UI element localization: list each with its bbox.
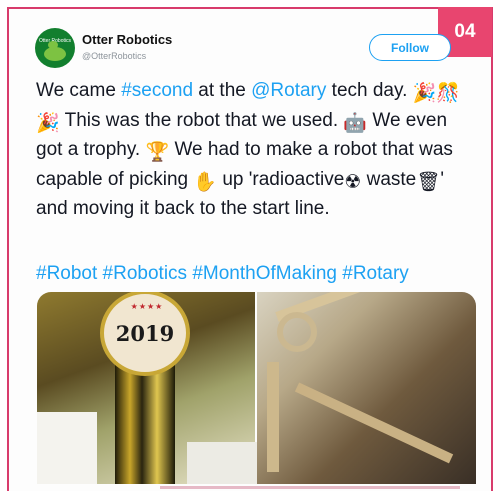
mention-link[interactable]: @Rotary <box>251 80 326 101</box>
photo-paper <box>37 412 97 484</box>
party-popper-icon: 🎉 <box>36 112 60 134</box>
robot-face-icon: 🤖 <box>343 112 368 134</box>
party-popper-icon: 🎉 <box>412 83 437 104</box>
trophy-stars: ★★★★ <box>130 302 164 311</box>
robot-arm <box>294 382 454 464</box>
wastebasket-icon: 🗑 <box>416 171 441 193</box>
trophy-icon: 🏆 <box>145 142 170 164</box>
account-handle[interactable]: @OtterRobotics <box>82 51 146 61</box>
otter-logo-icon <box>44 41 66 61</box>
hashtag-list[interactable]: #Robot #Robotics #MonthOfMaking #Rotary <box>36 263 409 285</box>
tweet-text: We came #second at the @Rotary tech day.… <box>36 80 460 220</box>
account-name[interactable]: Otter Robotics <box>82 32 172 47</box>
robot-photo[interactable] <box>257 292 476 484</box>
trophy-photo[interactable]: 2019 ★★★★ <box>37 292 257 484</box>
robot-wheel <box>277 312 317 352</box>
confetti-icon: 🎊 <box>436 83 460 104</box>
raised-hand-icon: ✋ <box>193 171 218 193</box>
photo-paper <box>187 442 257 484</box>
avatar[interactable]: Otter Robotics <box>35 28 75 68</box>
radioactive-icon: ☢ <box>344 171 362 193</box>
hashtag-link[interactable]: #second <box>121 80 193 101</box>
follow-button[interactable]: Follow <box>369 34 451 61</box>
robot-frame <box>267 362 279 472</box>
tweet-media[interactable]: 2019 ★★★★ <box>37 292 476 484</box>
